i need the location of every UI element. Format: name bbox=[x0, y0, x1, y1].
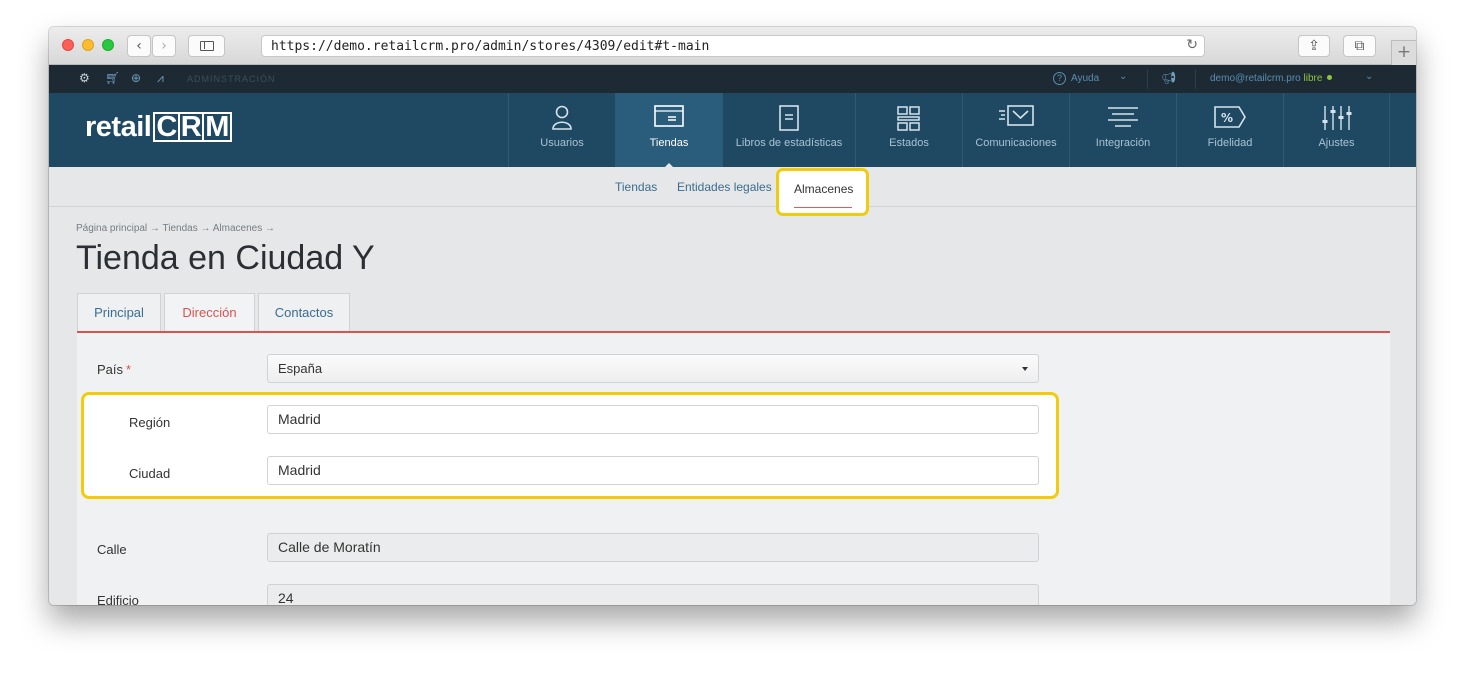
reload-icon[interactable]: ↻ bbox=[1186, 37, 1198, 53]
page-content: Tiendas Entidades legales Almacenes Pági… bbox=[49, 167, 1416, 605]
user-email: demo@retailcrm.pro bbox=[1210, 73, 1301, 84]
states-icon bbox=[856, 105, 962, 133]
close-window-button[interactable] bbox=[62, 39, 74, 51]
ciudad-label: Ciudad bbox=[129, 466, 171, 481]
status-dot-icon bbox=[1327, 75, 1333, 80]
chevron-down-icon[interactable]: ⌄ bbox=[1119, 71, 1127, 82]
nav-label: Integración bbox=[1095, 137, 1151, 149]
subnav-almacenes-highlight[interactable]: Almacenes bbox=[776, 168, 869, 216]
url-text: https://demo.retailcrm.pro/admin/stores/… bbox=[271, 39, 710, 54]
sidebar-toggle-button[interactable] bbox=[188, 35, 225, 57]
svg-text:%: % bbox=[1221, 111, 1233, 125]
help-label: Ayuda bbox=[1071, 73, 1100, 84]
analytics-icon[interactable]: ⩘ bbox=[157, 71, 164, 86]
back-button[interactable]: ‹ bbox=[127, 35, 151, 57]
new-tab-button[interactable]: + bbox=[1391, 40, 1416, 65]
integration-icon bbox=[1070, 105, 1176, 133]
chevron-left-icon: ‹ bbox=[136, 38, 142, 54]
tab-principal[interactable]: Principal bbox=[77, 293, 161, 333]
divider bbox=[1195, 69, 1196, 89]
browser-toolbar: ‹ › https://demo.retailcrm.pro/admin/sto… bbox=[49, 27, 1416, 65]
nav-item-usuarios[interactable]: Usuarios bbox=[508, 93, 615, 167]
gear-icon[interactable]: ⚙ bbox=[79, 71, 90, 85]
megaphone-icon[interactable]: 📢︎ bbox=[1161, 71, 1176, 85]
cart-icon[interactable]: 🛒︎ bbox=[105, 71, 120, 85]
divider bbox=[1147, 69, 1148, 89]
plan-badge: libre bbox=[1303, 73, 1323, 84]
admin-bar: ⚙ 🛒︎ ⊕ ⩘ ADMINSTRACIÓN ? Ayuda ⌄ 📢︎ demo@… bbox=[49, 65, 1416, 93]
edificio-input[interactable]: 24 bbox=[267, 584, 1039, 605]
nav-label: Libros de estadísticas bbox=[735, 137, 843, 149]
chevron-right-icon: › bbox=[161, 38, 167, 54]
nav-label: Ajustes bbox=[1318, 137, 1355, 149]
edificio-label: Edificio bbox=[97, 593, 139, 605]
sub-navigation: Tiendas Entidades legales bbox=[49, 167, 1416, 207]
subnav-tiendas[interactable]: Tiendas bbox=[615, 180, 657, 194]
browser-window: ‹ › https://demo.retailcrm.pro/admin/sto… bbox=[49, 27, 1416, 605]
retailcrm-logo[interactable]: retail C R M bbox=[85, 111, 232, 144]
address-bar[interactable]: https://demo.retailcrm.pro/admin/stores/… bbox=[261, 35, 1205, 57]
breadcrumb[interactable]: Página principal → Tiendas → Almacenes → bbox=[76, 223, 275, 234]
user-menu[interactable]: demo@retailcrm.pro libre bbox=[1210, 73, 1333, 84]
share-button[interactable]: ⇪ bbox=[1298, 35, 1330, 57]
help-link[interactable]: ? Ayuda bbox=[1053, 72, 1099, 85]
book-icon bbox=[723, 105, 855, 133]
nav-label: Estados bbox=[889, 137, 929, 149]
mail-icon bbox=[963, 105, 1069, 133]
logo-crm: CRM bbox=[153, 111, 232, 144]
sliders-icon bbox=[1284, 105, 1389, 133]
subnav-entidades-legales[interactable]: Entidades legales bbox=[677, 180, 772, 194]
main-navbar: retail C R M Usuarios Tiendas Libros de est… bbox=[49, 93, 1416, 168]
zoom-window-button[interactable] bbox=[102, 39, 114, 51]
forward-button[interactable]: › bbox=[152, 35, 176, 57]
calle-input[interactable]: Calle de Moratín bbox=[267, 533, 1039, 562]
pais-label: País * bbox=[97, 362, 132, 377]
nav-label: Tiendas bbox=[649, 137, 689, 149]
tab-direccion[interactable]: Dirección bbox=[164, 293, 255, 333]
share-icon: ⇪ bbox=[1308, 38, 1320, 54]
nav-item-libros-de-estadisticas[interactable]: Libros de estadísticas bbox=[722, 93, 855, 167]
tabs-icon: ⧉ bbox=[1354, 38, 1365, 54]
active-underline bbox=[794, 207, 852, 208]
subnav-almacenes: Almacenes bbox=[794, 182, 854, 196]
sidebar-icon bbox=[199, 41, 214, 51]
region-input[interactable]: Madrid bbox=[267, 405, 1039, 434]
required-mark: * bbox=[126, 362, 132, 377]
logo-prefix: retail bbox=[85, 111, 152, 143]
admin-section-label: ADMINSTRACIÓN bbox=[187, 74, 276, 84]
nav-label: Usuarios bbox=[540, 137, 584, 149]
nav-label: Comunicaciones bbox=[975, 137, 1057, 149]
minimize-window-button[interactable] bbox=[82, 39, 94, 51]
user-icon bbox=[509, 105, 615, 133]
nav-item-estados[interactable]: Estados bbox=[855, 93, 962, 167]
help-icon: ? bbox=[1053, 72, 1066, 85]
region-label: Región bbox=[129, 415, 171, 430]
nav-item-ajustes[interactable]: Ajustes bbox=[1283, 93, 1390, 167]
nav-item-comunicaciones[interactable]: Comunicaciones bbox=[962, 93, 1069, 167]
show-tabs-button[interactable]: ⧉ bbox=[1343, 35, 1376, 57]
nav-item-integracion[interactable]: Integración bbox=[1069, 93, 1176, 167]
pais-select[interactable]: España bbox=[267, 354, 1039, 383]
page-title: Tienda en Ciudad Y bbox=[76, 239, 375, 277]
calle-label: Calle bbox=[97, 542, 127, 557]
nav-item-tiendas[interactable]: Tiendas bbox=[615, 93, 722, 168]
tab-contactos[interactable]: Contactos bbox=[258, 293, 350, 333]
region-city-highlight: Región Madrid Ciudad Madrid bbox=[81, 392, 1059, 499]
target-icon[interactable]: ⊕ bbox=[131, 71, 141, 85]
chevron-down-icon[interactable]: ⌄ bbox=[1365, 71, 1373, 82]
ciudad-input[interactable]: Madrid bbox=[267, 456, 1039, 485]
percent-tag-icon: % bbox=[1177, 105, 1283, 133]
nav-item-fidelidad[interactable]: % Fidelidad bbox=[1176, 93, 1283, 167]
nav-label: Fidelidad bbox=[1207, 137, 1253, 149]
store-icon bbox=[616, 105, 722, 133]
